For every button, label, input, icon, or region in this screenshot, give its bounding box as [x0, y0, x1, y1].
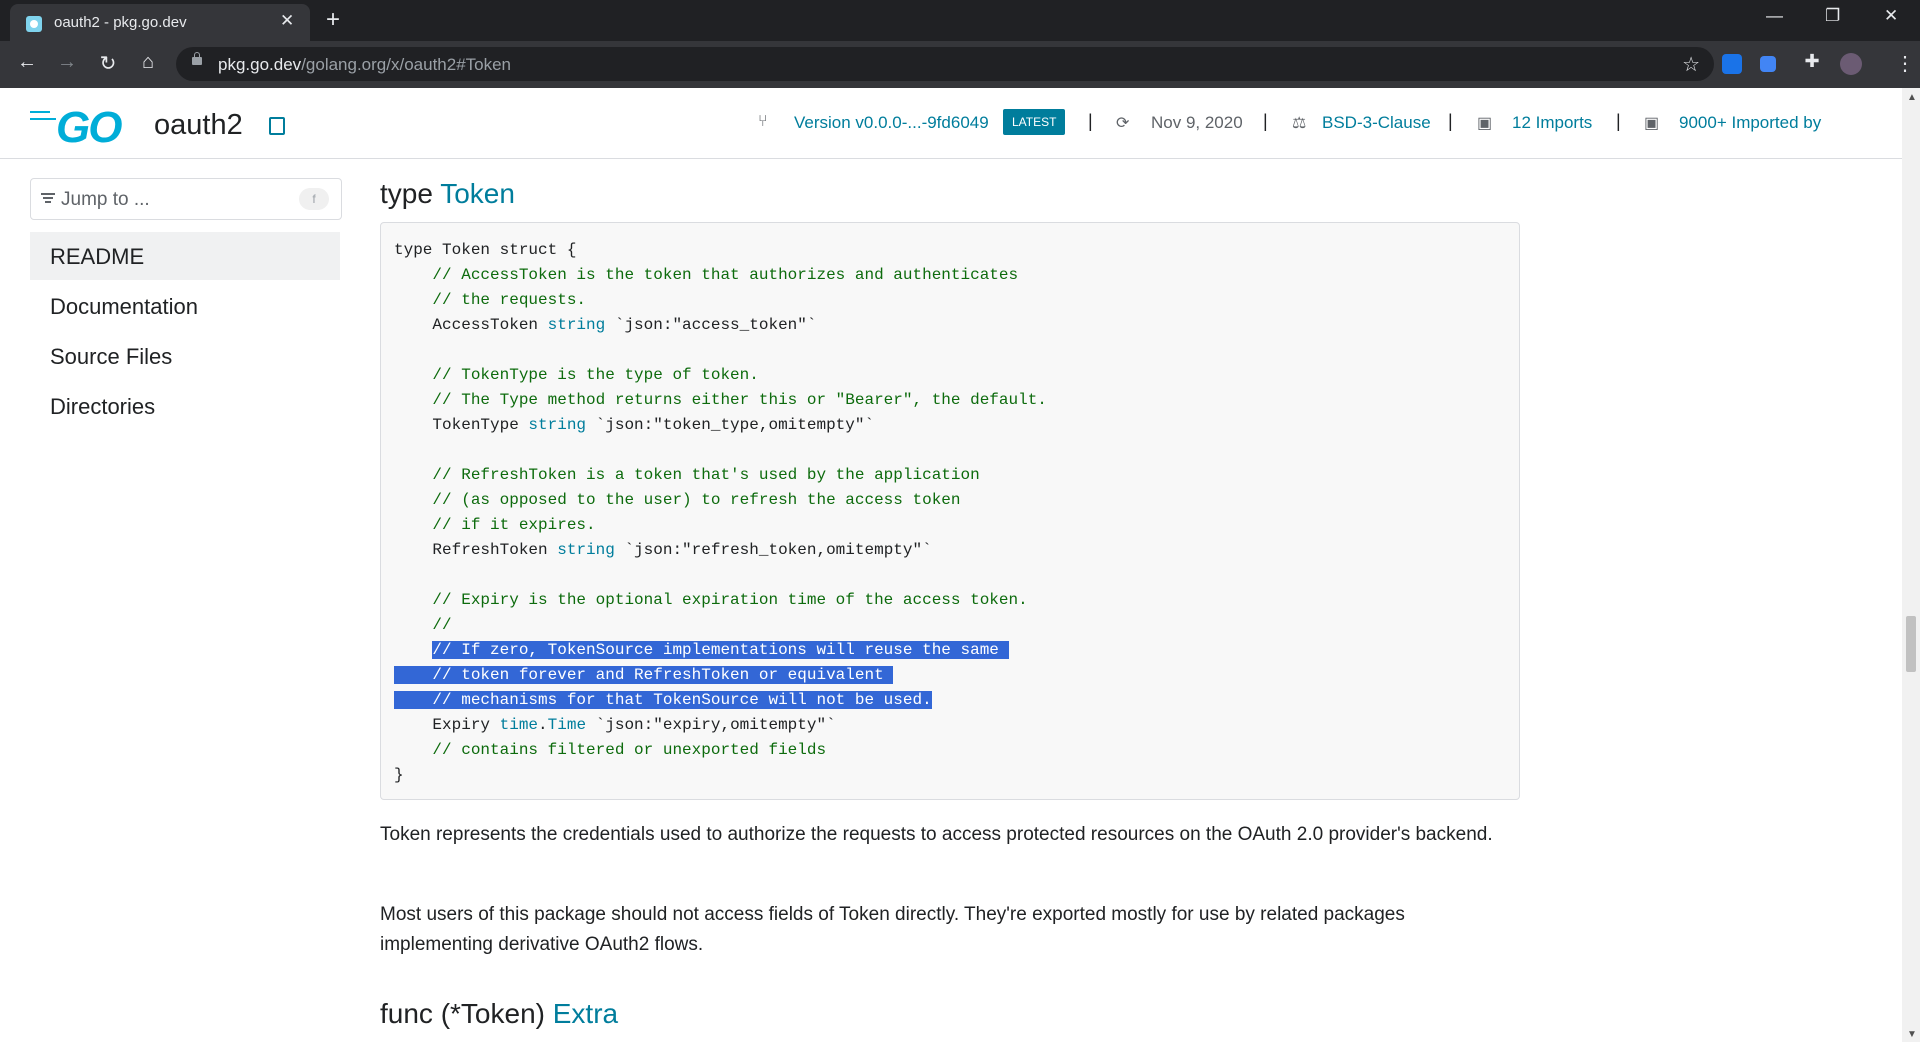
type-heading: type Token — [380, 178, 515, 209]
go-logo-lines-icon — [30, 111, 58, 127]
scroll-up-icon[interactable]: ▲ — [1907, 92, 1917, 103]
separator: | — [1616, 111, 1621, 131]
license-link[interactable]: BSD-3-Clause — [1322, 113, 1431, 133]
imported-by-link[interactable]: 9000+ Imported by — [1679, 113, 1821, 133]
sidebar-item-label: Source Files — [50, 344, 173, 369]
selected-text: // mechanisms for that TokenSource will … — [394, 691, 932, 709]
browser-tab[interactable]: oauth2 - pkg.go.dev ✕ — [10, 4, 310, 41]
scale-icon: ⚖ — [1292, 115, 1307, 132]
lock-icon — [192, 52, 202, 65]
reload-icon[interactable]: ↻ — [95, 51, 121, 76]
latest-badge: LATEST — [1003, 109, 1066, 135]
sidebar-item-documentation[interactable]: Documentation — [30, 282, 340, 330]
func-name-link[interactable]: Extra — [553, 998, 618, 1029]
sync-icon: ⟳ — [1116, 115, 1130, 132]
extensions-puzzle-icon[interactable]: ✚ — [1799, 51, 1825, 72]
code-block: type Token struct { // AccessToken is th… — [380, 222, 1520, 800]
close-tab-icon[interactable]: ✕ — [280, 11, 294, 31]
func-heading: func (*Token) Extra — [380, 998, 619, 1029]
page-scrollbar[interactable]: ▲ ▼ — [1902, 88, 1920, 1042]
bookmark-star-icon[interactable]: ☆ — [1682, 52, 1700, 77]
keyboard-shortcut-badge: f — [299, 188, 329, 210]
separator: | — [1263, 111, 1268, 131]
scrollbar-thumb[interactable] — [1906, 616, 1916, 672]
sidebar-item-label: Documentation — [50, 294, 198, 319]
close-window-button[interactable]: ✕ — [1884, 6, 1898, 26]
scroll-down-icon[interactable]: ▼ — [1907, 1029, 1917, 1040]
extension-translate-icon[interactable] — [1760, 56, 1776, 72]
address-bar[interactable]: pkg.go.dev/golang.org/x/oauth2#Token ☆ — [176, 47, 1714, 81]
separator: | — [1448, 111, 1453, 131]
cube-icon: ▣ — [1644, 115, 1660, 132]
package-name: oauth2 — [154, 109, 243, 141]
home-icon[interactable]: ⌂ — [135, 51, 161, 74]
url-text[interactable]: pkg.go.dev/golang.org/x/oauth2#Token — [218, 55, 511, 75]
tab-title: oauth2 - pkg.go.dev — [54, 14, 187, 31]
branch-icon: ⑂ — [758, 113, 768, 130]
type-link[interactable]: Time — [548, 716, 586, 734]
site-header: GO oauth2 ⑂ Version v0.0.0-...-9fd6049 L… — [0, 88, 1902, 159]
browser-menu-icon[interactable]: ⋮ — [1895, 51, 1915, 76]
gopher-favicon-icon — [26, 16, 42, 32]
filter-icon — [41, 193, 55, 203]
forward-arrow-icon[interactable]: → — [54, 51, 80, 74]
selected-text: // token forever and RefreshToken or equ… — [394, 666, 894, 684]
separator: | — [1088, 111, 1093, 131]
sidebar-item-label: README — [50, 244, 145, 269]
sidebar-item-source-files[interactable]: Source Files — [30, 332, 340, 380]
description-paragraph: Most users of this package should not ac… — [380, 904, 1405, 955]
selected-text: // If zero, TokenSource implementations … — [432, 641, 1009, 659]
sidebar-item-readme[interactable]: README — [30, 232, 340, 280]
cube-icon: ▣ — [1477, 115, 1493, 132]
browser-toolbar: ← → ↻ ⌂ pkg.go.dev/golang.org/x/oauth2#T… — [0, 41, 1920, 88]
sidebar-item-directories[interactable]: Directories — [30, 382, 340, 430]
browser-tab-strip: oauth2 - pkg.go.dev ✕ + — ❐ ✕ — [0, 0, 1920, 41]
jump-placeholder: Jump to ... — [61, 189, 150, 210]
sidebar-item-label: Directories — [50, 394, 156, 419]
copy-path-icon[interactable] — [269, 117, 285, 135]
go-logo[interactable]: GO — [56, 103, 122, 153]
back-arrow-icon[interactable]: ← — [14, 51, 40, 74]
version-link[interactable]: Version v0.0.0-...-9fd6049 — [794, 113, 989, 133]
description-paragraph: Token represents the credentials used to… — [380, 824, 1493, 845]
restore-button[interactable]: ❐ — [1825, 6, 1840, 26]
type-link[interactable]: string — [528, 416, 586, 434]
imports-link[interactable]: 12 Imports — [1512, 113, 1592, 133]
type-link[interactable]: string — [557, 541, 615, 559]
profile-avatar[interactable] — [1840, 53, 1862, 75]
new-tab-button[interactable]: + — [326, 6, 340, 34]
publish-date: Nov 9, 2020 — [1151, 113, 1243, 132]
extension-u-icon[interactable] — [1722, 54, 1742, 74]
jump-to-input[interactable]: Jump to ... f — [30, 178, 342, 220]
package-link[interactable]: time — [500, 716, 538, 734]
type-link[interactable]: string — [548, 316, 606, 334]
type-name-link[interactable]: Token — [440, 178, 515, 209]
minimize-button[interactable]: — — [1766, 6, 1783, 26]
